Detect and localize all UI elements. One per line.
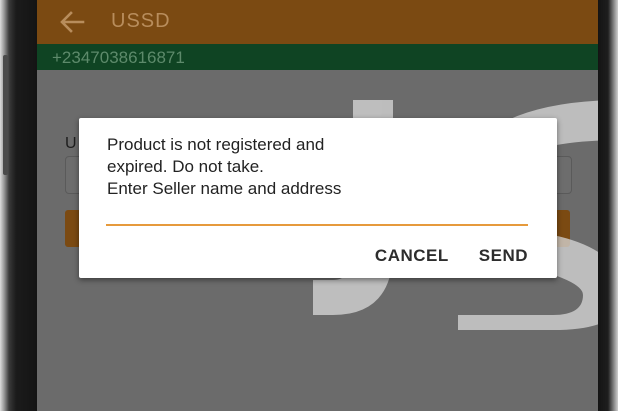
send-button[interactable]: SEND	[479, 246, 528, 266]
phone-left-bezel	[0, 0, 37, 411]
dialog-message: Product is not registered and expired. D…	[107, 134, 527, 200]
app-title: USSD	[111, 10, 171, 32]
phone-number: +2347038616871	[52, 48, 185, 67]
phone-number-bar: +2347038616871	[37, 44, 598, 70]
device-frame: USSD +2347038616871 U Product is not reg…	[0, 0, 618, 411]
phone-right-bezel	[598, 0, 618, 411]
background-field-label: U	[65, 135, 77, 152]
seller-name-address-input[interactable]	[106, 204, 528, 226]
cancel-button[interactable]: CANCEL	[375, 246, 449, 266]
dialog-message-line: expired. Do not take.	[107, 157, 264, 176]
dialog-message-line: Product is not registered and	[107, 135, 325, 154]
arrow-left-icon[interactable]	[59, 9, 85, 35]
phone-side-button	[3, 55, 8, 175]
dialog-actions: CANCEL SEND	[375, 246, 528, 266]
app-bar: USSD	[37, 0, 598, 44]
input-dialog: Product is not registered and expired. D…	[79, 118, 557, 278]
dialog-message-line: Enter Seller name and address	[107, 179, 342, 198]
